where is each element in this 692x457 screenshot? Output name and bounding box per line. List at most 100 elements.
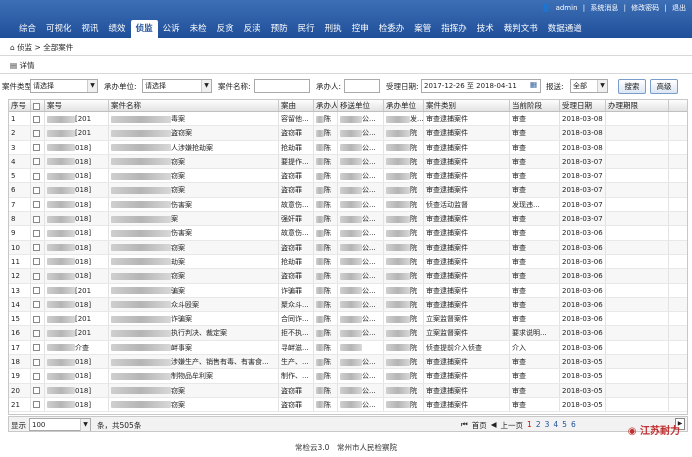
table-row[interactable]: 4 018] 窃案 要提作... 陈 公... 院审查逮捕案件 审查 2018-03-07	[9, 154, 687, 170]
table-row[interactable]: 2 [201 盗窃案 盗窃罪 陈 公... 院审查逮捕案件 审查 2018-03-08	[9, 126, 687, 141]
row-checkbox[interactable]	[31, 154, 45, 169]
row-checkbox[interactable]	[31, 269, 45, 283]
row-checkbox[interactable]	[31, 254, 45, 269]
page-link-1[interactable]: 1	[527, 420, 532, 431]
report-select[interactable]: 全部 ▼	[570, 79, 608, 93]
select-all-checkbox[interactable]	[33, 102, 40, 110]
row-checkbox[interactable]	[31, 312, 45, 326]
nav-item-8[interactable]: 反渎	[239, 20, 266, 38]
row-checkbox[interactable]	[31, 355, 45, 369]
nav-item-5[interactable]: 公诉	[158, 20, 185, 38]
row-checkbox[interactable]	[31, 340, 45, 355]
detail-button[interactable]: 详情	[19, 61, 34, 70]
nav-item-17[interactable]: 裁判文书	[499, 20, 543, 38]
table-row[interactable]: 7 018] 伤害案 故意伤... 陈 公... 院侦查活动监督 发现违... 2018-03-…	[9, 197, 687, 213]
row-checkbox[interactable]	[31, 397, 45, 412]
page-link-4[interactable]: 4	[553, 420, 558, 431]
column-header-2[interactable]: 案号	[45, 100, 109, 111]
column-header-9[interactable]: 当前阶段	[510, 100, 560, 111]
table-row[interactable]: 3 018] 人涉嫌抢劫案 抢劫罪 陈 公... 院审查逮捕案件 审查 2018-03-08	[9, 140, 687, 155]
redacted-mark	[386, 201, 410, 209]
page-link-6[interactable]: 6	[571, 420, 576, 431]
table-row[interactable]: 12 018] 窃案 盗窃罪 陈 公... 院审查逮捕案件 审查 2018-03-06	[9, 269, 687, 284]
row-checkbox[interactable]	[31, 283, 45, 297]
row-checkbox[interactable]	[31, 183, 45, 197]
page-link-2[interactable]: 2	[536, 420, 541, 431]
unit-select[interactable]: 请选择 ▼	[142, 79, 212, 93]
row-checkbox[interactable]	[31, 326, 45, 340]
table-row[interactable]: 6 018] 窃案 盗窃罪 陈 公... 院审查逮捕案件 审查 2018-03-07	[9, 183, 687, 198]
nav-item-16[interactable]: 技术	[472, 20, 499, 38]
column-header-4[interactable]: 案由	[279, 100, 314, 111]
table-row[interactable]: 17 介查 衅事案 寻衅滋... 陈 院侦查提前介入侦查 介入 2018-03-06	[9, 340, 687, 356]
nav-item-1[interactable]: 可视化	[41, 20, 77, 38]
prev-page-link[interactable]: 上一页	[501, 420, 524, 431]
table-row[interactable]: 21 018] 窃案 盗窃罪 陈 公... 院审查逮捕案件 审查 2018-03-05	[9, 397, 687, 413]
table-row[interactable]: 8 018] 案 强奸罪 陈 公... 院审查逮捕案件 审查 2018-03-07	[9, 212, 687, 227]
username-link[interactable]: admin	[556, 4, 578, 12]
system-message-link[interactable]: 系统消息	[590, 4, 618, 12]
date-range-input[interactable]: 2017-12-26 至 2018-04-11	[421, 79, 541, 93]
case-name-input[interactable]	[254, 79, 310, 93]
row-checkbox[interactable]	[31, 197, 45, 212]
row-checkbox[interactable]	[31, 112, 45, 126]
nav-item-9[interactable]: 预防	[266, 20, 293, 38]
page-link-5[interactable]: 5	[562, 420, 567, 431]
column-header-3[interactable]: 案件名称	[109, 100, 279, 111]
nav-item-11[interactable]: 刑执	[320, 20, 347, 38]
column-header-8[interactable]: 案件类别	[424, 100, 510, 111]
table-row[interactable]: 13 [201 骗案 诈骗罪 陈 公... 院审查逮捕案件 审查 2018-03-06	[9, 283, 687, 298]
row-checkbox[interactable]	[31, 169, 45, 183]
table-row[interactable]: 11 018] 劫案 抢劫罪 陈 公... 院审查逮捕案件 审查 2018-03-06	[9, 254, 687, 270]
advanced-search-button[interactable]: 高级	[650, 79, 678, 94]
change-password-link[interactable]: 修改密码	[631, 4, 659, 12]
column-header-5[interactable]: 承办人	[314, 100, 338, 111]
nav-item-14[interactable]: 案管	[409, 20, 436, 38]
table-row[interactable]: 1 [201 毒案 容留他... 陈 公... 发... 审查逮捕案件 审查 2018-03-08	[9, 112, 687, 127]
column-header-7[interactable]: 承办单位	[384, 100, 424, 111]
table-row[interactable]: 19 018] 制物品牟利案 制作、... 陈 公... 院审查逮捕案件 审查 2018-03-…	[9, 369, 687, 384]
row-checkbox[interactable]	[31, 140, 45, 154]
page-link-3[interactable]: 3	[545, 420, 550, 431]
column-header-1[interactable]	[31, 100, 45, 111]
row-checkbox[interactable]	[31, 369, 45, 383]
first-page-icon[interactable]: ⏮	[461, 420, 468, 431]
nav-item-2[interactable]: 视讯	[77, 20, 104, 38]
person-input[interactable]	[344, 79, 380, 93]
logout-link[interactable]: 退出	[672, 4, 686, 12]
first-page-link[interactable]: 首页	[472, 420, 487, 431]
row-checkbox[interactable]	[31, 126, 45, 140]
calendar-icon[interactable]: ▦	[530, 80, 537, 89]
prev-page-icon[interactable]: ◀	[491, 420, 497, 431]
nav-item-15[interactable]: 指挥办	[436, 20, 472, 38]
nav-item-7[interactable]: 反贪	[212, 20, 239, 38]
nav-item-13[interactable]: 检委办	[374, 20, 410, 38]
row-checkbox[interactable]	[31, 212, 45, 226]
table-row[interactable]: 10 018] 窃案 盗窃罪 陈 公... 院审查逮捕案件 审查 2018-03-06	[9, 240, 687, 255]
row-checkbox[interactable]	[31, 226, 45, 240]
page-size-select[interactable]: 100 ▼	[29, 418, 91, 431]
nav-item-3[interactable]: 绩效	[104, 20, 131, 38]
nav-item-4[interactable]: 侦监	[130, 20, 158, 38]
table-row[interactable]: 15 [201 诈骗案 合同诈... 陈 公... 院立案监督案件 审查 2018-03-06	[9, 312, 687, 327]
row-checkbox[interactable]	[31, 297, 45, 312]
nav-item-10[interactable]: 民行	[293, 20, 320, 38]
nav-item-6[interactable]: 未检	[185, 20, 212, 38]
column-header-11[interactable]: 办理期限	[606, 100, 669, 111]
table-row[interactable]: 14 018] 众斗殴案 聚众斗... 陈 公... 院审查逮捕案件 审查 2018-03-06	[9, 297, 687, 313]
nav-item-0[interactable]: 综合	[14, 20, 41, 38]
row-checkbox[interactable]	[31, 240, 45, 254]
table-row[interactable]: 16 [201 执行判决、裁定案 拒不执... 陈 公... 院立案监督案件 要求说明... 2…	[9, 326, 687, 341]
case-type-select[interactable]: 请选择 ▼	[30, 79, 98, 93]
column-header-10[interactable]: 受理日期	[560, 100, 606, 111]
table-row[interactable]: 18 018] 涉嫌生产、销售有毒、有害食... 生产、... 陈 公... 院审查逮捕案件…	[9, 355, 687, 370]
nav-item-12[interactable]: 控申	[347, 20, 374, 38]
table-row[interactable]: 9 018] 伤害案 故意伤... 陈 公... 院审查逮捕案件 审查 2018-03-06	[9, 226, 687, 241]
table-row[interactable]: 5 018] 窃案 盗窃罪 陈 公... 院审查逮捕案件 审查 2018-03-07	[9, 169, 687, 184]
column-header-6[interactable]: 移送单位	[338, 100, 384, 111]
row-checkbox[interactable]	[31, 383, 45, 397]
search-button[interactable]: 搜索	[618, 79, 646, 94]
nav-item-18[interactable]: 数据通道	[543, 20, 587, 38]
table-row[interactable]: 20 018] 窃案 盗窃罪 陈 公... 院审查逮捕案件 审查 2018-03-05	[9, 383, 687, 398]
column-header-0[interactable]: 序号	[9, 100, 31, 111]
